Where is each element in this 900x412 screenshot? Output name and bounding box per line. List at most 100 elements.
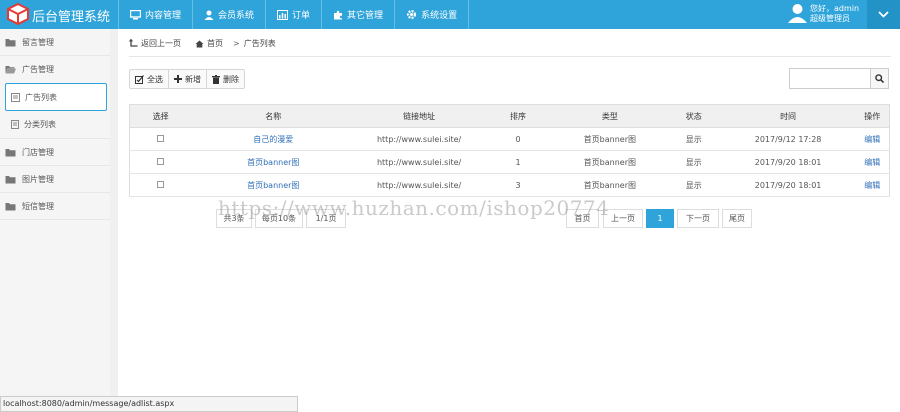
sidebar-group-label: 图片管理 xyxy=(22,174,54,184)
sidebar-group-ads[interactable]: 广告管理 xyxy=(0,56,117,83)
nav-orders[interactable]: 订单 xyxy=(265,0,321,29)
nav-settings-label: 系统设置 xyxy=(421,11,458,21)
table-row: 首页banner图 http://www.sulei.site/ 3 首页ban… xyxy=(129,173,890,197)
column-header-time: 时间 xyxy=(720,104,856,128)
home-icon xyxy=(195,40,204,47)
folder-icon xyxy=(5,202,16,210)
row-select-cell xyxy=(129,150,192,174)
home-link[interactable]: 首页 xyxy=(207,38,223,49)
user-info[interactable]: 您好，admin 超级管理员 xyxy=(788,3,866,26)
column-header-status: 状态 xyxy=(666,104,721,128)
checkbox-edit-icon xyxy=(135,74,144,84)
pagination-next-button[interactable]: 下一页 xyxy=(677,209,719,228)
ad-sort: 1 xyxy=(483,150,553,174)
sidebar-item-category-list[interactable]: 分类列表 xyxy=(0,111,117,139)
sidebar-item-label: 分类列表 xyxy=(24,120,56,129)
ad-time: 2017/9/20 18:01 xyxy=(720,173,856,197)
nav-content[interactable]: 内容管理 xyxy=(118,0,192,29)
delete-label: 删除 xyxy=(223,74,239,84)
breadcrumb: 返回上一页 首页 > 广告列表 xyxy=(129,38,280,49)
search-icon xyxy=(875,74,884,83)
breadcrumb-divider xyxy=(129,56,891,57)
user-menu-toggle[interactable] xyxy=(867,0,900,29)
pagination-page-current[interactable]: 1 xyxy=(646,209,674,228)
sidebar-group-label: 留言管理 xyxy=(22,37,54,47)
select-all-button[interactable]: 全选 xyxy=(130,70,169,88)
chart-icon xyxy=(277,9,289,20)
column-header-type: 类型 xyxy=(552,104,667,128)
row-select-cell xyxy=(129,127,192,151)
nav-other-label: 其它管理 xyxy=(347,11,384,21)
add-button[interactable]: 新增 xyxy=(169,70,207,88)
back-arrow-icon xyxy=(129,39,138,47)
edit-link[interactable]: 编辑 xyxy=(855,150,890,174)
chevron-down-icon xyxy=(878,11,889,18)
back-link[interactable]: 返回上一页 xyxy=(141,38,181,49)
ad-status: 显示 xyxy=(666,127,721,151)
browser-status-bar: localhost:8080/admin/message/adlist.aspx xyxy=(0,396,298,412)
ad-type: 首页banner图 xyxy=(552,127,667,151)
ad-name-link[interactable]: 自己的漫爱 xyxy=(191,127,356,151)
add-label: 新增 xyxy=(185,74,201,84)
table-header-row: 选择 名称 链接地址 排序 类型 状态 时间 操作 xyxy=(129,104,890,128)
sidebar-group-images[interactable]: 图片管理 xyxy=(0,166,117,193)
edit-link[interactable]: 编辑 xyxy=(855,173,890,197)
ad-status: 显示 xyxy=(666,173,721,197)
row-checkbox[interactable] xyxy=(157,180,165,188)
search-button[interactable] xyxy=(870,68,889,89)
ad-name-link[interactable]: 首页banner图 xyxy=(191,150,356,174)
watermark-text: https://www.huzhan.com/ishop20774 xyxy=(218,196,610,220)
sidebar-group-label: 短信管理 xyxy=(22,201,54,211)
sidebar-group-label: 广告管理 xyxy=(22,65,54,74)
nav-members-label: 会员系统 xyxy=(218,11,255,21)
plus-icon xyxy=(174,75,182,83)
select-all-label: 全选 xyxy=(147,74,163,84)
ad-name-link[interactable]: 首页banner图 xyxy=(191,173,356,197)
nav-settings[interactable]: 系统设置 xyxy=(394,0,470,29)
ad-url: http://www.sulei.site/ xyxy=(355,173,484,197)
nav-members[interactable]: 会员系统 xyxy=(192,0,265,29)
column-header-select: 选择 xyxy=(129,104,192,128)
puzzle-icon xyxy=(334,10,343,19)
breadcrumb-current: 广告列表 xyxy=(243,39,276,48)
column-header-url: 链接地址 xyxy=(355,104,484,128)
nav-other[interactable]: 其它管理 xyxy=(321,0,394,29)
ad-type: 首页banner图 xyxy=(552,173,667,197)
column-header-name: 名称 xyxy=(191,104,356,128)
nav-orders-label: 订单 xyxy=(292,11,311,21)
edit-link[interactable]: 编辑 xyxy=(855,127,890,151)
logo-cube-icon xyxy=(7,3,29,25)
sidebar-group-stores[interactable]: 门店管理 xyxy=(0,139,117,166)
nav-content-label: 内容管理 xyxy=(145,11,182,21)
sidebar-scrollbar[interactable] xyxy=(110,29,118,400)
sidebar-group-sms[interactable]: 短信管理 xyxy=(0,193,117,220)
ad-status: 显示 xyxy=(666,150,721,174)
ad-sort: 0 xyxy=(483,127,553,151)
search-input[interactable] xyxy=(789,68,871,89)
column-header-sort: 排序 xyxy=(483,104,553,128)
column-header-action: 操作 xyxy=(855,104,890,128)
sidebar-item-ad-list[interactable]: 广告列表 xyxy=(5,83,107,111)
pagination-last-button[interactable]: 尾页 xyxy=(722,209,752,228)
row-select-cell xyxy=(129,173,192,197)
ad-type: 首页banner图 xyxy=(552,150,667,174)
row-checkbox[interactable] xyxy=(157,157,165,165)
document-icon xyxy=(11,120,19,129)
sidebar-group-messages[interactable]: 留言管理 xyxy=(0,29,117,56)
folder-open-icon xyxy=(5,66,16,74)
table-row: 自己的漫爱 http://www.sulei.site/ 0 首页banner图… xyxy=(129,127,890,151)
ad-url: http://www.sulei.site/ xyxy=(355,127,484,151)
ad-sort: 3 xyxy=(483,173,553,197)
ad-table: 选择 名称 链接地址 排序 类型 状态 时间 操作 自己的漫爱 http://w… xyxy=(129,104,890,197)
user-greeting: 您好，admin xyxy=(810,4,860,13)
ad-url: http://www.sulei.site/ xyxy=(355,150,484,174)
gear-icon xyxy=(407,9,417,20)
delete-button[interactable]: 删除 xyxy=(207,70,244,88)
toolbar: 全选 新增 删除 xyxy=(129,69,245,89)
monitor-icon xyxy=(130,9,141,19)
folder-icon xyxy=(5,148,16,156)
row-checkbox[interactable] xyxy=(157,134,165,142)
folder-icon xyxy=(5,175,16,183)
main-nav: 内容管理 会员系统 订单 其它管理 系统设置 xyxy=(118,0,470,29)
sidebar: 留言管理 广告管理 广告列表 分类列表 门店管理 图片管理 短信管理 xyxy=(0,29,118,412)
